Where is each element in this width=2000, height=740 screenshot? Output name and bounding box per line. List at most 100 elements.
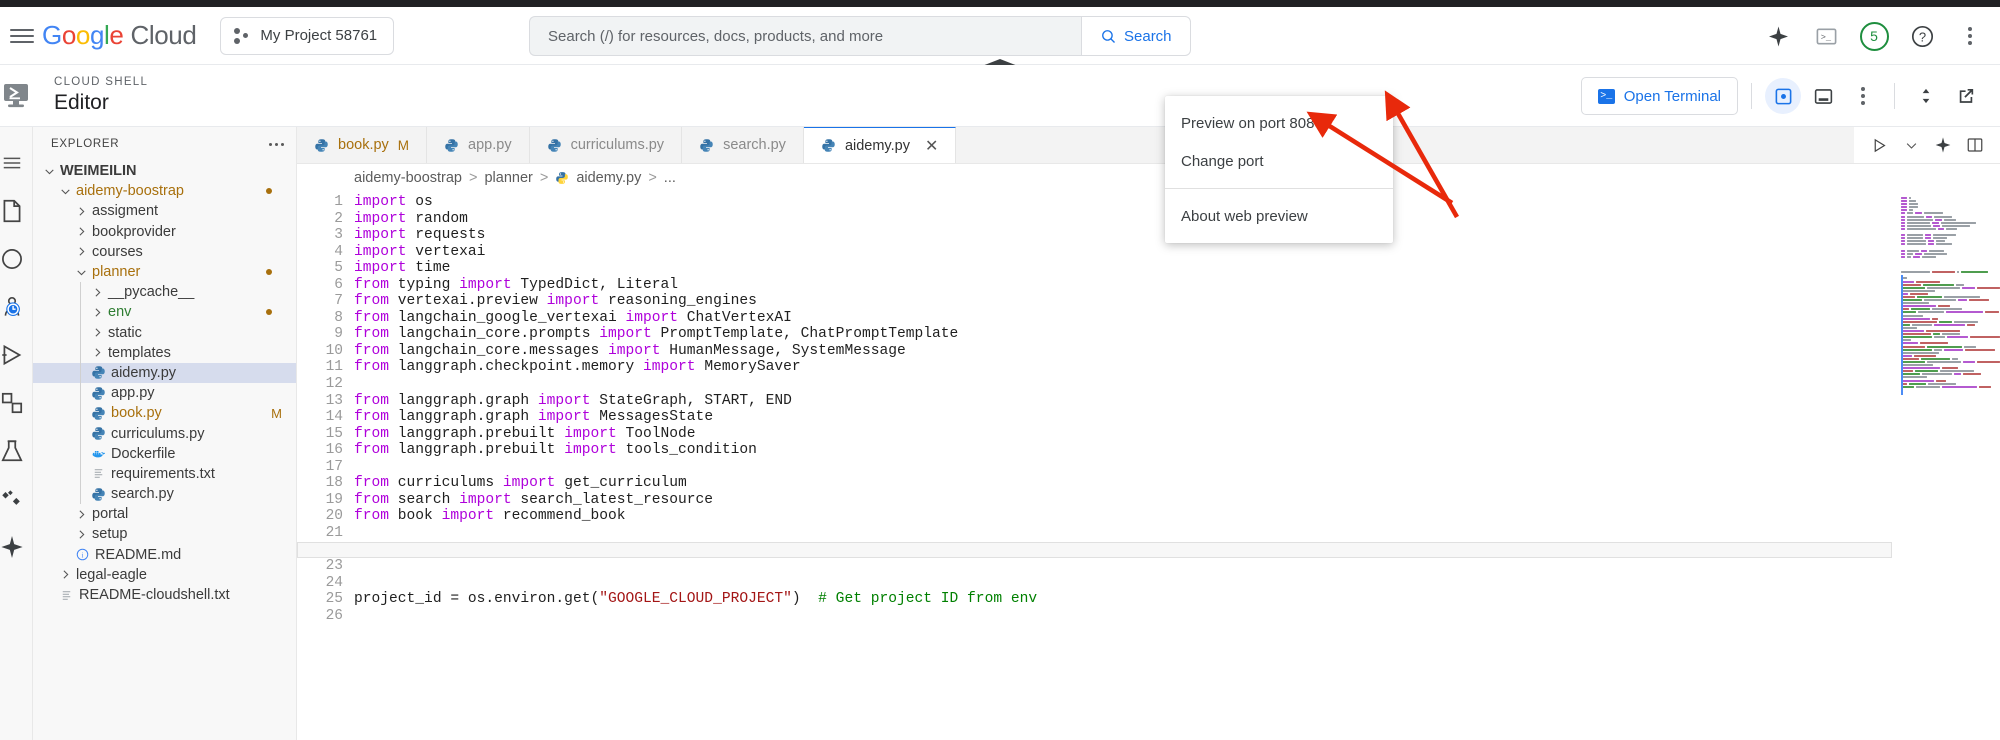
tab-app-py[interactable]: app.py [427,127,530,163]
python-icon [821,138,836,153]
tree-twisty[interactable] [73,245,89,258]
tree-twisty[interactable] [89,346,105,359]
active-line-highlight [297,542,1892,559]
open-terminal-button[interactable]: >_ Open Terminal [1581,77,1738,115]
tree-item-static[interactable]: static [33,323,296,343]
explorer-more-actions-icon[interactable] [269,143,284,146]
search-circle-icon[interactable] [0,235,33,283]
google-cloud-logo[interactable]: GoogleCloud [42,20,196,51]
tree-item-courses[interactable]: courses [33,242,296,262]
tree-item-aidemy-boostrap[interactable]: aidemy-boostrap [33,181,296,201]
tree-item--pycache-[interactable]: __pycache__ [33,282,296,302]
tree-twisty[interactable] [73,205,89,218]
tree-twisty[interactable] [73,528,89,541]
tree-twisty[interactable] [57,568,73,581]
tree-item-book-py[interactable]: book.pyM [33,403,296,423]
source-control-clock-icon[interactable] [0,283,33,331]
markdown-info-icon: i [75,547,90,562]
tree-item-label: courses [92,244,143,260]
search-button[interactable]: Search [1081,16,1191,56]
notifications-badge[interactable]: 5 [1854,16,1894,56]
tree-item-templates[interactable]: templates [33,343,296,363]
search-input[interactable] [546,27,1065,46]
indent-guide [80,423,81,443]
tab-curriculums-py[interactable]: curriculums.py [530,127,682,163]
close-icon[interactable]: ✕ [925,136,938,156]
explorer-files-icon[interactable] [0,187,33,235]
minimap-viewport-indicator[interactable] [1901,275,1903,395]
tree-item-curriculums-py[interactable]: curriculums.py [33,423,296,443]
tab-aidemy-py[interactable]: aidemy.py✕ [804,127,956,163]
search-input-box[interactable] [529,16,1081,56]
breadcrumb-item-0[interactable]: aidemy-boostrap [354,170,462,186]
expand-collapse-icon[interactable] [1908,78,1944,114]
tree-item-env[interactable]: env [33,302,296,322]
more-options-kebab-icon[interactable] [1950,16,1990,56]
line-number: 7 [297,293,343,310]
menu-item-about-web-preview[interactable]: About web preview [1165,197,1393,235]
cloud-shell-editor-icon [2,79,36,113]
testing-flask-icon[interactable] [0,427,33,475]
tree-twisty[interactable] [89,306,105,319]
cloud-shell-toolbar: >_ Open Terminal [1581,65,1984,127]
chevron-down-icon[interactable] [1900,134,1922,156]
code-editor[interactable]: 1234567891011121314151617181920212223242… [297,191,2000,740]
menu-item-preview-on-port-8080[interactable]: Preview on port 8080 [1165,104,1393,142]
tree-twisty[interactable] [89,326,105,339]
web-preview-icon[interactable] [1765,78,1801,114]
tree-item-weimeilin[interactable]: WEIMEILIN [33,161,296,181]
code-content[interactable]: import osimport randomimport requestsimp… [354,191,1892,740]
navigation-menu-icon[interactable] [10,24,34,48]
cloud-shell-terminal-icon[interactable]: >_ [1806,16,1846,56]
tab-book-py[interactable]: book.pyM [297,127,427,163]
cloud-code-icon[interactable] [0,475,33,523]
code-line [354,558,1892,575]
tab-search-py[interactable]: search.py [682,127,804,163]
tree-item-search-py[interactable]: search.py [33,484,296,504]
minimize-panel-icon[interactable] [1805,78,1841,114]
tree-item-dockerfile[interactable]: Dockerfile [33,444,296,464]
breadcrumb-sep-0: > [469,170,477,186]
code-minimap[interactable] [1892,191,2000,740]
tree-item-readme-md[interactable]: iREADME.md [33,545,296,565]
tree-twisty[interactable] [57,185,73,198]
tree-item-requirements-txt[interactable]: requirements.txt [33,464,296,484]
split-editor-icon[interactable] [1964,134,1986,156]
extensions-icon[interactable] [0,379,33,427]
run-debug-icon[interactable] [0,331,33,379]
menu-icon[interactable] [0,139,33,187]
tree-item-portal[interactable]: portal [33,504,296,524]
gemini-sparkle-icon[interactable] [1932,134,1954,156]
more-kebab-icon[interactable] [1845,78,1881,114]
tree-item-aidemy-py[interactable]: aidemy.py [33,363,296,383]
menu-item-change-port[interactable]: Change port [1165,142,1393,180]
tree-item-setup[interactable]: setup [33,524,296,544]
breadcrumb-item-3[interactable]: ... [664,170,676,186]
run-play-icon[interactable] [1868,134,1890,156]
tab-python-icon [314,138,329,153]
tree-item-readme-cloudshell-txt[interactable]: README-cloudshell.txt [33,585,296,605]
tree-item-bookprovider[interactable]: bookprovider [33,222,296,242]
code-line [354,376,1892,393]
breadcrumb-item-2[interactable]: aidemy.py [576,170,641,186]
gemini-sparkle-icon[interactable] [1758,16,1798,56]
gemini-sparkle-icon[interactable] [0,523,33,571]
tree-twisty[interactable] [73,225,89,238]
git-status-dot [266,269,272,275]
breadcrumb-item-1[interactable]: planner [484,170,532,186]
open-new-window-icon[interactable] [1948,78,1984,114]
tree-item-legal-eagle[interactable]: legal-eagle [33,565,296,585]
project-selector-chip[interactable]: My Project 58761 [220,17,394,55]
tree-twisty[interactable] [73,266,89,279]
indent-guide [80,282,81,302]
tree-item-planner[interactable]: planner [33,262,296,282]
tree-item-app-py[interactable]: app.py [33,383,296,403]
global-search: Search [529,16,1191,56]
tree-item-assigment[interactable]: assigment [33,201,296,221]
tree-twisty[interactable] [89,286,105,299]
tree-twisty[interactable] [41,165,57,178]
cloud-shell-titles: CLOUD SHELL Editor [54,76,148,115]
help-icon[interactable]: ? [1902,16,1942,56]
tree-twisty[interactable] [73,508,89,521]
line-number: 24 [297,575,343,592]
